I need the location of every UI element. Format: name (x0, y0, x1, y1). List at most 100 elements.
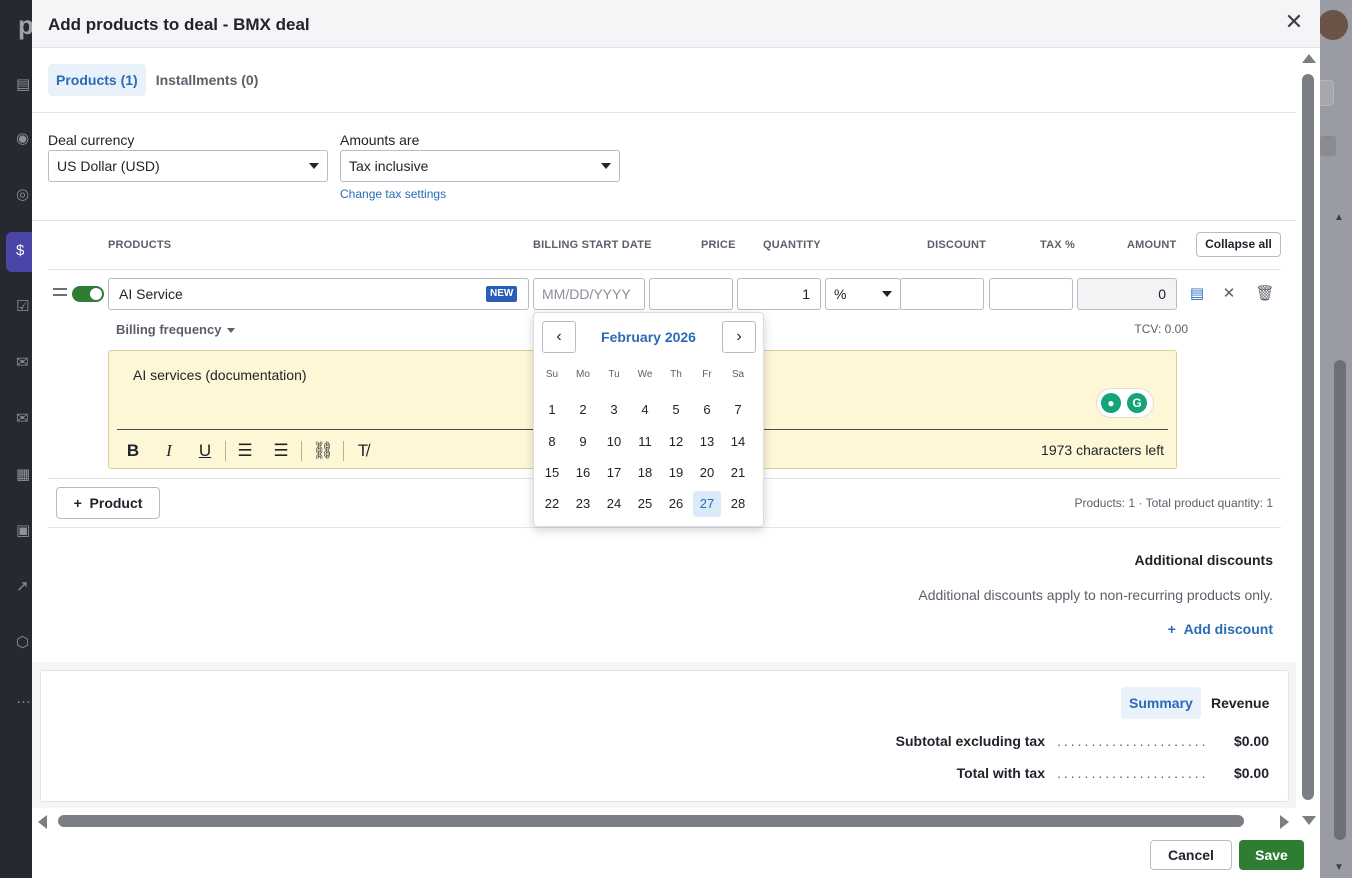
discount-input[interactable] (900, 278, 984, 310)
calendar-day[interactable]: 28 (724, 491, 752, 517)
calendar-day[interactable]: 8 (538, 429, 566, 455)
link-icon[interactable]: ⛓ (311, 439, 335, 463)
change-tax-settings-link[interactable]: Change tax settings (340, 187, 446, 201)
date-picker: ‹ February 2026 › Su Mo Tu We Th Fr Sa 1 2 3 4 5 6 7 8… (533, 312, 764, 527)
calendar-day[interactable]: 12 (662, 429, 690, 455)
calendar-day[interactable]: 9 (569, 429, 597, 455)
chevron-down-icon (227, 328, 236, 334)
plus-icon: + (1167, 621, 1176, 637)
calendar-day[interactable]: 27 (693, 491, 721, 517)
calendar-day[interactable]: 26 (662, 491, 690, 517)
add-product-button[interactable]: + Product (56, 487, 160, 519)
calendar-day[interactable]: 11 (631, 429, 659, 455)
subtotal-value: $0.00 (1233, 733, 1269, 749)
weekday-header: Th (670, 369, 682, 380)
tab-installments[interactable]: Installments (0) (148, 64, 267, 96)
numbered-list-icon[interactable]: ☰ (233, 439, 257, 463)
price-input[interactable] (649, 278, 733, 310)
calendar-day[interactable]: 7 (724, 397, 752, 423)
deal-currency-select[interactable]: US Dollar (USD) (48, 150, 328, 182)
avatar[interactable] (1318, 10, 1348, 40)
modal-footer (32, 830, 1320, 878)
plus-icon: + (73, 495, 82, 511)
weekday-header: Sa (731, 369, 745, 380)
scroll-down-icon[interactable] (1302, 816, 1316, 825)
chevron-down-icon (601, 163, 611, 169)
weekday-header: Fr (702, 369, 712, 380)
chars-left: 1973 characters left (1041, 442, 1164, 458)
horizontal-scrollbar[interactable] (58, 815, 1244, 827)
collapse-all-button[interactable]: Collapse all (1196, 232, 1281, 257)
modal-title: Add products to deal - BMX deal (48, 15, 310, 34)
product-name-input[interactable]: AI Service (108, 278, 529, 310)
scroll-left-icon[interactable] (38, 815, 47, 829)
italic-icon[interactable]: I (157, 439, 181, 463)
calendar-day[interactable]: 10 (600, 429, 628, 455)
save-button[interactable]: Save (1239, 840, 1304, 870)
grammarly-icon[interactable]: G (1127, 393, 1147, 413)
col-price: PRICE (701, 239, 736, 251)
cancel-button[interactable]: Cancel (1150, 840, 1232, 870)
dot-leader: ...................... (1057, 765, 1209, 781)
discount-type-select[interactable]: % (825, 278, 901, 310)
add-product-label: Product (89, 495, 143, 511)
prev-month-button[interactable]: ‹ (542, 321, 576, 353)
calendar-day[interactable]: 19 (662, 460, 690, 486)
calendar-day[interactable]: 1 (538, 397, 566, 423)
description-text[interactable]: AI services (documentation) (133, 367, 307, 383)
bullet-list-icon[interactable]: ☰ (269, 439, 293, 463)
divider (48, 269, 1281, 270)
products-summary: Products: 1 · Total product quantity: 1 (1074, 496, 1273, 510)
scroll-right-icon[interactable] (1280, 815, 1289, 829)
lightbulb-icon[interactable]: ● (1101, 393, 1121, 413)
calendar-day[interactable]: 15 (538, 460, 566, 486)
discount-type-value: % (834, 286, 847, 302)
app-left-rail: p ▤ ◉ ◎ $ ☑ ✉ ✉ ▦ ▣ ↗ ⬡ … (0, 0, 34, 878)
amounts-are-select[interactable]: Tax inclusive (340, 150, 620, 182)
bg-scroll-up-icon: ▲ (1334, 212, 1344, 223)
tax-input[interactable] (989, 278, 1073, 310)
billing-start-date-input[interactable]: MM/DD/YYYY (533, 278, 645, 310)
calendar-day[interactable]: 13 (693, 429, 721, 455)
bold-icon[interactable]: B (121, 439, 145, 463)
divider (32, 220, 1296, 221)
drag-handle-icon[interactable] (53, 288, 67, 296)
tab-revenue[interactable]: Revenue (1203, 687, 1277, 719)
calendar-day[interactable]: 14 (724, 429, 752, 455)
underline-icon[interactable]: U (193, 439, 217, 463)
background-control (1320, 136, 1336, 156)
note-icon[interactable]: ▤ (1187, 284, 1207, 304)
calendar-day[interactable]: 23 (569, 491, 597, 517)
tab-summary[interactable]: Summary (1121, 687, 1201, 719)
calendar-day[interactable]: 2 (569, 397, 597, 423)
weekday-header: We (637, 369, 653, 380)
trash-icon[interactable]: 🗑 (1255, 284, 1275, 304)
calendar-day[interactable]: 20 (693, 460, 721, 486)
calendar-day[interactable]: 25 (631, 491, 659, 517)
vertical-scrollbar[interactable] (1302, 74, 1314, 800)
calendar-day[interactable]: 17 (600, 460, 628, 486)
tab-products[interactable]: Products (1) (48, 64, 146, 96)
scroll-up-icon[interactable] (1302, 54, 1316, 63)
next-month-button[interactable]: › (722, 321, 756, 353)
calendar-day[interactable]: 18 (631, 460, 659, 486)
calendar-day[interactable]: 24 (600, 491, 628, 517)
product-enabled-toggle[interactable] (72, 286, 104, 302)
calendar-day[interactable]: 21 (724, 460, 752, 486)
quantity-input[interactable]: 1 (737, 278, 821, 310)
subtotal-row: Subtotal excluding tax .................… (641, 733, 1269, 753)
total-row: Total with tax ...................... $0… (641, 765, 1269, 785)
calendar-day[interactable]: 22 (538, 491, 566, 517)
calendar-day[interactable]: 6 (693, 397, 721, 423)
calendar-day[interactable]: 4 (631, 397, 659, 423)
billing-frequency-dropdown[interactable]: Billing frequency (116, 322, 236, 337)
calendar-day[interactable]: 3 (600, 397, 628, 423)
add-discount-link[interactable]: + Add discount (1132, 621, 1273, 637)
calendar-day[interactable]: 16 (569, 460, 597, 486)
calendar-day[interactable]: 5 (662, 397, 690, 423)
clear-format-icon[interactable]: T̸ (351, 439, 375, 463)
grammarly-widget[interactable]: ● G (1097, 389, 1153, 417)
collapse-row-icon[interactable]: ✕ (1219, 284, 1239, 304)
col-discount: DISCOUNT (927, 239, 987, 251)
close-icon[interactable]: ✕ (1282, 10, 1306, 34)
